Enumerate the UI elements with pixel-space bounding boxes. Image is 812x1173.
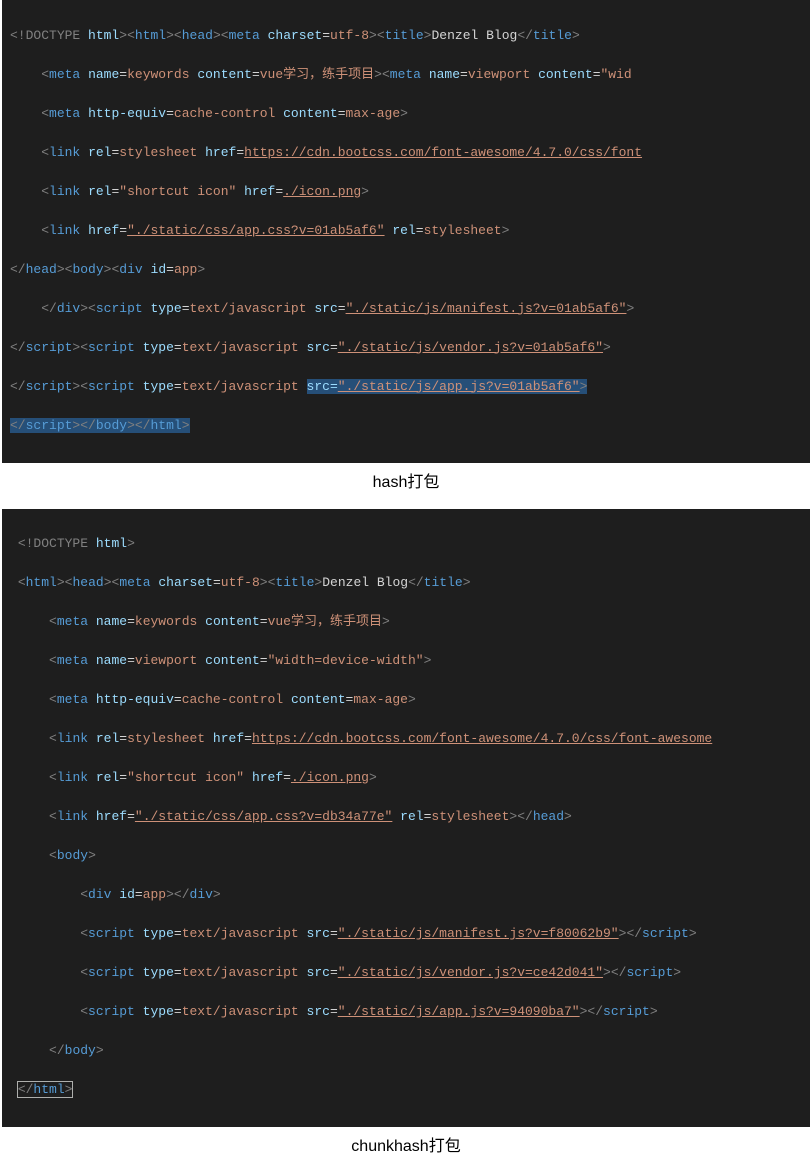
code-line: <link rel=stylesheet href=https://cdn.bo… [10, 143, 802, 163]
code-line: <meta name=viewport content="width=devic… [10, 651, 802, 671]
code-line: <meta http-equiv=cache-control content=m… [10, 690, 802, 710]
code-line: <script type=text/javascript src="./stat… [10, 963, 802, 983]
code-block-hash: <!DOCTYPE html><html><head><meta charset… [2, 0, 810, 463]
code-line: </head><body><div id=app> [10, 260, 802, 280]
code-line: <html><head><meta charset=utf-8><title>D… [10, 573, 802, 593]
code-line: <script type=text/javascript src="./stat… [10, 924, 802, 944]
code-line: <meta name=keywords content=vue学习，练手项目><… [10, 65, 802, 85]
code-line: <script type=text/javascript src="./stat… [10, 1002, 802, 1022]
code-line: </script></body></html> [10, 416, 802, 436]
code-line: <link href="./static/css/app.css?v=db34a… [10, 807, 802, 827]
selected-text: src="./static/js/app.js?v=01ab5af6"> [307, 379, 588, 394]
code-line: <link href="./static/css/app.css?v=01ab5… [10, 221, 802, 241]
code-line: <link rel="shortcut icon" href=./icon.pn… [10, 768, 802, 788]
selected-text: </script></body></html> [10, 418, 190, 433]
code-line: <!DOCTYPE html> [10, 534, 802, 554]
code-line: </div><script type=text/javascript src="… [10, 299, 802, 319]
code-block-chunkhash: <!DOCTYPE html> <html><head><meta charse… [2, 509, 810, 1128]
code-line: <meta name=keywords content=vue学习，练手项目> [10, 612, 802, 632]
code-line: <div id=app></div> [10, 885, 802, 905]
code-line: </script><script type=text/javascript sr… [10, 377, 802, 397]
code-line: <body> [10, 846, 802, 866]
code-line: <meta http-equiv=cache-control content=m… [10, 104, 802, 124]
code-line: <link rel=stylesheet href=https://cdn.bo… [10, 729, 802, 749]
code-line: <link rel="shortcut icon" href=./icon.pn… [10, 182, 802, 202]
code-line: </body> [10, 1041, 802, 1061]
cursor-bracket: </html> [18, 1082, 73, 1097]
code-line: </script><script type=text/javascript sr… [10, 338, 802, 358]
code-line: <!DOCTYPE html><html><head><meta charset… [10, 26, 802, 46]
caption-chunkhash: chunkhash打包 [0, 1127, 812, 1173]
caption-hash: hash打包 [0, 463, 812, 509]
code-line: </html> [10, 1080, 802, 1100]
